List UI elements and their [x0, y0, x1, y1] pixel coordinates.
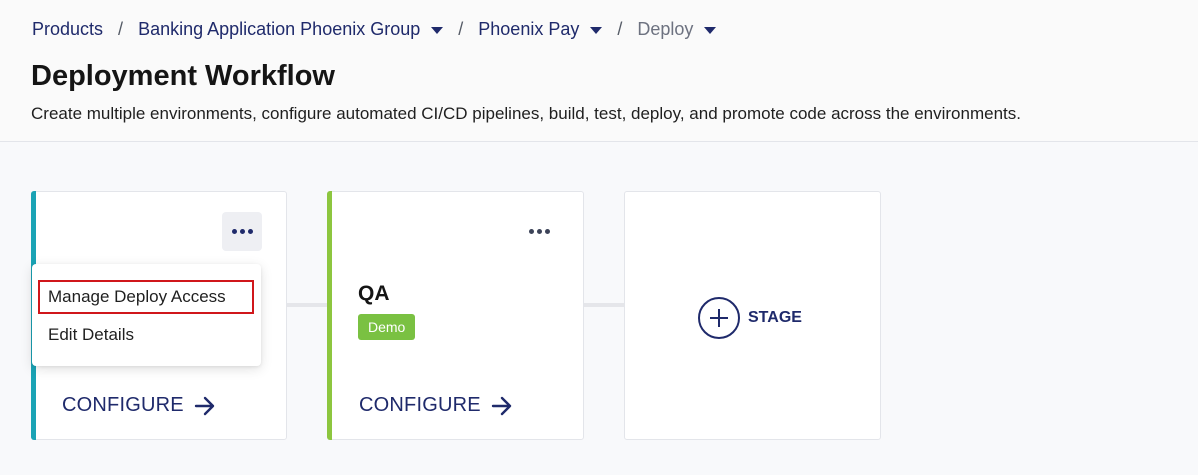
arrow-right-icon: [194, 396, 215, 415]
menu-item-label: Edit Details: [48, 325, 134, 344]
add-stage-label: STAGE: [748, 309, 802, 326]
arrow-right-icon: [491, 396, 512, 415]
page-subtitle: Create multiple environments, configure …: [31, 104, 1021, 123]
stage-connector: [287, 303, 327, 307]
breadcrumb-separator: /: [118, 18, 124, 39]
menu-item-manage-deploy-access[interactable]: Manage Deploy Access: [38, 280, 254, 314]
plus-circle-icon: [698, 297, 740, 339]
breadcrumb-group[interactable]: Banking Application Phoenix Group: [138, 18, 444, 40]
breadcrumb-products[interactable]: Products: [32, 19, 103, 40]
breadcrumb-separator: /: [458, 18, 464, 39]
more-horizontal-icon: [231, 229, 237, 234]
menu-item-label: Manage Deploy Access: [48, 287, 226, 306]
stage-accent-bar: [327, 191, 332, 440]
stage-badge: Demo: [358, 314, 416, 340]
stage-options-menu: Manage Deploy Access Edit Details: [32, 264, 261, 366]
breadcrumb-product[interactable]: Phoenix Pay: [478, 18, 603, 40]
stage-name: QA: [358, 282, 390, 305]
more-options-button[interactable]: [222, 212, 262, 251]
configure-button[interactable]: CONFIGURE: [359, 394, 513, 417]
menu-item-edit-details[interactable]: Edit Details: [38, 318, 144, 352]
more-options-button[interactable]: [519, 212, 559, 251]
more-horizontal-icon: [239, 229, 245, 234]
page-title: Deployment Workflow: [31, 60, 335, 92]
more-horizontal-icon: [528, 229, 534, 234]
breadcrumb-label: Deploy: [637, 18, 694, 39]
breadcrumb-label: Banking Application Phoenix Group: [138, 18, 421, 39]
configure-label: CONFIGURE: [62, 394, 184, 416]
add-stage-card: STAGE: [624, 191, 881, 440]
caret-down-icon[interactable]: [704, 26, 717, 34]
breadcrumb-label: Phoenix Pay: [478, 18, 580, 39]
page-header: Products / Banking Application Phoenix G…: [0, 0, 1198, 142]
configure-button[interactable]: CONFIGURE: [62, 394, 216, 417]
breadcrumb-separator: /: [617, 18, 623, 39]
more-horizontal-icon: [247, 229, 253, 234]
add-stage-button[interactable]: STAGE: [698, 297, 802, 339]
stage-connector: [584, 303, 624, 307]
more-horizontal-icon: [536, 229, 542, 234]
breadcrumb-deploy[interactable]: Deploy: [637, 18, 717, 40]
breadcrumb-label: Products: [32, 18, 104, 39]
more-horizontal-icon: [544, 229, 550, 234]
breadcrumb: Products / Banking Application Phoenix G…: [32, 18, 717, 40]
configure-label: CONFIGURE: [359, 394, 481, 416]
stage-card-2: QA Demo CONFIGURE: [327, 191, 584, 440]
caret-down-icon[interactable]: [590, 26, 603, 34]
caret-down-icon[interactable]: [431, 26, 444, 34]
